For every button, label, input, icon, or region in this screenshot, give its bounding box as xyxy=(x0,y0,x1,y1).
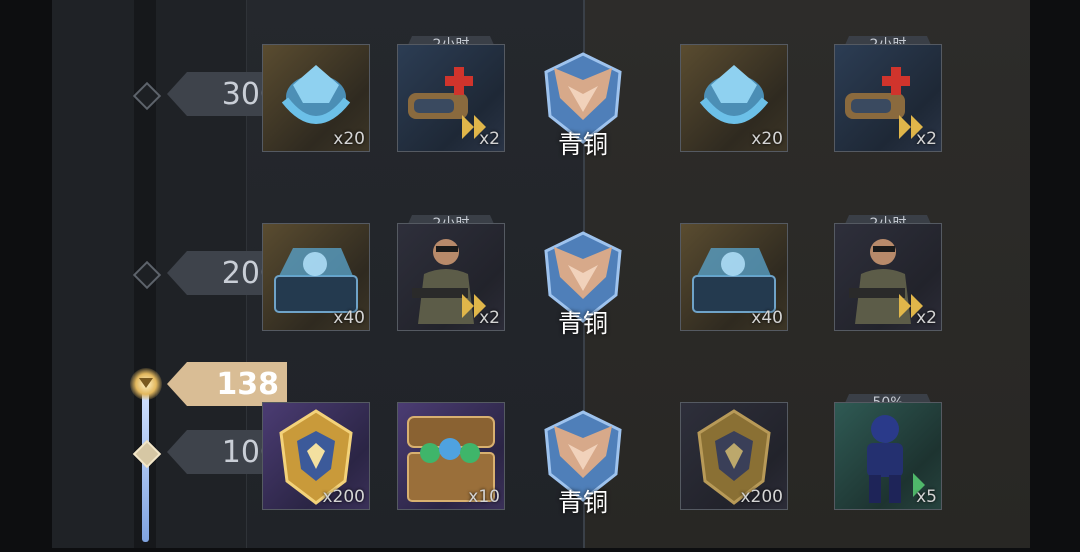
reward-item-crystal-chest[interactable]: x40 xyxy=(680,223,788,331)
tier-label: 青铜 xyxy=(557,309,608,338)
item-quantity: x2 xyxy=(479,129,500,149)
item-quantity: x40 xyxy=(333,308,365,328)
current-level-node xyxy=(130,368,162,400)
item-quantity: x20 xyxy=(751,129,783,149)
item-quantity: x2 xyxy=(479,308,500,328)
reward-item-soldier-boost[interactable]: x2 xyxy=(834,223,942,331)
item-quantity: x10 xyxy=(468,487,500,507)
reward-item-medkit-boost[interactable]: x2 xyxy=(397,44,505,152)
reward-item-soldier-boost[interactable]: x2 xyxy=(397,223,505,331)
reward-item-gold-rank-emblem[interactable]: x200 xyxy=(262,402,370,510)
reward-item-wing-emblem[interactable]: x20 xyxy=(680,44,788,152)
item-quantity: x2 xyxy=(916,129,937,149)
reward-item-gold-rank-emblem[interactable]: x200 xyxy=(680,402,788,510)
item-quantity: x20 xyxy=(333,129,365,149)
item-quantity: x40 xyxy=(751,308,783,328)
item-quantity: x200 xyxy=(322,487,365,507)
reward-item-gem-treasure-chest[interactable]: x10 xyxy=(397,402,505,510)
item-quantity: x2 xyxy=(916,308,937,328)
battle-pass-reward-panel: 300 200 138 100 x20 2小时 x2 青铜 x xyxy=(52,0,1030,548)
tier-label: 青铜 xyxy=(557,488,608,517)
tier-label: 青铜 xyxy=(557,130,608,159)
current-level-tag: 138 xyxy=(167,362,287,406)
premium-track-zone xyxy=(584,0,1030,548)
item-quantity: x200 xyxy=(740,487,783,507)
reward-item-armored-soldier[interactable]: x5 xyxy=(834,402,942,510)
current-level-chevron-icon xyxy=(139,378,153,388)
reward-item-medkit-boost[interactable]: x2 xyxy=(834,44,942,152)
item-quantity: x5 xyxy=(916,487,937,507)
reward-item-crystal-chest[interactable]: x40 xyxy=(262,223,370,331)
reward-item-wing-emblem[interactable]: x20 xyxy=(262,44,370,152)
